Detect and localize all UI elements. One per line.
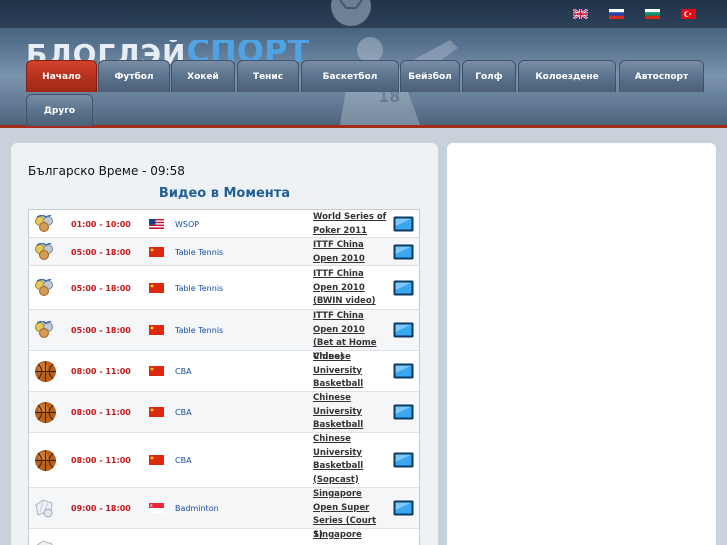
soccer-ball-decoration	[331, 0, 371, 26]
tv-watch-icon[interactable]	[393, 244, 414, 260]
russian-flag-icon[interactable]	[609, 9, 624, 19]
table-row[interactable]: 08:00 - 11:00 CBA Chinese University Bas…	[29, 433, 419, 488]
table-row[interactable]: 05:00 - 18:00 Table Tennis ITTF China Op…	[29, 238, 419, 266]
tv-watch-icon[interactable]	[393, 363, 414, 379]
channel-link[interactable]: Badminton	[175, 504, 219, 513]
medal-icon	[35, 215, 53, 232]
channel-link[interactable]: CBA	[175, 408, 192, 417]
shuttlecock-icon	[36, 540, 53, 545]
time-range: 08:00 - 11:00	[71, 408, 131, 417]
basketball-icon	[35, 361, 56, 382]
time-range: 08:00 - 11:00	[71, 367, 131, 376]
tv-watch-icon[interactable]	[393, 452, 414, 468]
event-link[interactable]: ITTF China Open 2010	[313, 239, 387, 266]
tab-home[interactable]: Начало	[26, 60, 97, 92]
tab-label: Голф	[475, 71, 503, 82]
tab-other[interactable]: Друго	[26, 94, 93, 126]
medal-icon	[35, 279, 53, 296]
table-row[interactable]: 08:00 - 11:00 CBA Chinese University Bas…	[29, 392, 419, 433]
tab-label: Колоездене	[535, 71, 599, 82]
sidebar-panel	[447, 143, 716, 545]
language-selector	[573, 9, 696, 19]
shuttlecock-icon	[35, 499, 53, 518]
time-range: 08:00 - 11:00	[71, 456, 131, 465]
table-row[interactable]: 05:00 - 18:00 Table Tennis ITTF China Op…	[29, 310, 419, 362]
event-link[interactable]: Chinese University Basketball (Sopcast)	[313, 433, 387, 487]
channel-link[interactable]: Table Tennis	[175, 284, 223, 293]
tab-hockey[interactable]: Хокей	[171, 60, 235, 92]
tab-label: Тенис	[252, 71, 284, 82]
live-video-table: 01:00 - 10:00 WSOP World Series of Poker…	[28, 209, 420, 545]
event-link[interactable]: Chinese University Basketball	[313, 351, 387, 392]
event-link[interactable]: World Series of Poker 2011	[313, 211, 387, 238]
tv-watch-icon[interactable]	[393, 280, 414, 296]
china-flag-icon	[149, 283, 164, 293]
tab-label: Автоспорт	[634, 71, 689, 82]
time-range: 01:00 - 10:00	[71, 220, 131, 229]
tab-football[interactable]: Футбол	[98, 60, 170, 92]
channel-link[interactable]: WSOP	[175, 220, 199, 229]
event-link[interactable]: ITTF China Open 2010 (BWIN video)	[313, 268, 387, 309]
tv-watch-icon[interactable]	[393, 404, 414, 420]
tab-label: Начало	[42, 71, 81, 82]
time-range: 05:00 - 18:00	[71, 326, 131, 335]
tab-baseball[interactable]: Бейзбол	[400, 60, 460, 92]
china-flag-icon	[149, 455, 164, 465]
bulgarian-flag-icon[interactable]	[645, 9, 660, 19]
china-flag-icon	[149, 247, 164, 257]
bulgarian-time-label: Българско Време - 09:58	[28, 164, 185, 178]
table-row[interactable]: Singapore	[29, 529, 419, 545]
basketball-icon	[35, 402, 56, 423]
channel-link[interactable]: CBA	[175, 456, 192, 465]
tv-watch-icon[interactable]	[393, 500, 414, 516]
table-row[interactable]: 08:00 - 11:00 CBA Chinese University Bas…	[29, 351, 419, 392]
tv-watch-icon[interactable]	[393, 322, 414, 338]
tab-label: Футбол	[114, 71, 154, 82]
english-flag-icon[interactable]	[573, 9, 588, 19]
event-link[interactable]: Chinese University Basketball	[313, 392, 387, 433]
section-title: Видео в Момента	[158, 186, 291, 201]
tab-tennis[interactable]: Тенис	[237, 60, 299, 92]
time-range: 05:00 - 18:00	[71, 284, 131, 293]
time-range: 09:00 - 18:00	[71, 504, 131, 513]
china-flag-icon	[149, 325, 164, 335]
tab-cycling[interactable]: Колоездене	[518, 60, 616, 92]
event-link[interactable]: Singapore	[313, 529, 387, 543]
turkish-flag-icon[interactable]	[681, 9, 696, 19]
table-row[interactable]: 01:00 - 10:00 WSOP World Series of Poker…	[29, 210, 419, 238]
tab-label: Баскетбол	[322, 71, 378, 82]
live-video-panel: Българско Време - 09:58 Видео в Момента …	[11, 143, 438, 545]
table-row[interactable]: 09:00 - 18:00 Badminton Singapore Open S…	[29, 488, 419, 540]
basketball-icon	[35, 450, 56, 471]
header-divider	[0, 125, 727, 128]
table-row[interactable]: 05:00 - 18:00 Table Tennis ITTF China Op…	[29, 266, 419, 310]
channel-link[interactable]: CBA	[175, 367, 192, 376]
usa-flag-icon	[149, 219, 164, 229]
channel-link[interactable]: Table Tennis	[175, 326, 223, 335]
singapore-flag-icon	[149, 503, 164, 513]
time-range: 05:00 - 18:00	[71, 248, 131, 257]
china-flag-icon	[149, 407, 164, 417]
tab-golf[interactable]: Голф	[462, 60, 516, 92]
channel-link[interactable]: Table Tennis	[175, 248, 223, 257]
medal-icon	[35, 321, 53, 338]
tab-label: Бейзбол	[408, 71, 452, 82]
tab-basketball[interactable]: Баскетбол	[301, 60, 399, 92]
tab-label: Хокей	[187, 71, 219, 82]
tab-label: Друго	[43, 105, 76, 116]
tab-motorsport[interactable]: Автоспорт	[619, 60, 704, 92]
medal-icon	[35, 243, 53, 260]
china-flag-icon	[149, 366, 164, 376]
tv-watch-icon[interactable]	[393, 216, 414, 232]
